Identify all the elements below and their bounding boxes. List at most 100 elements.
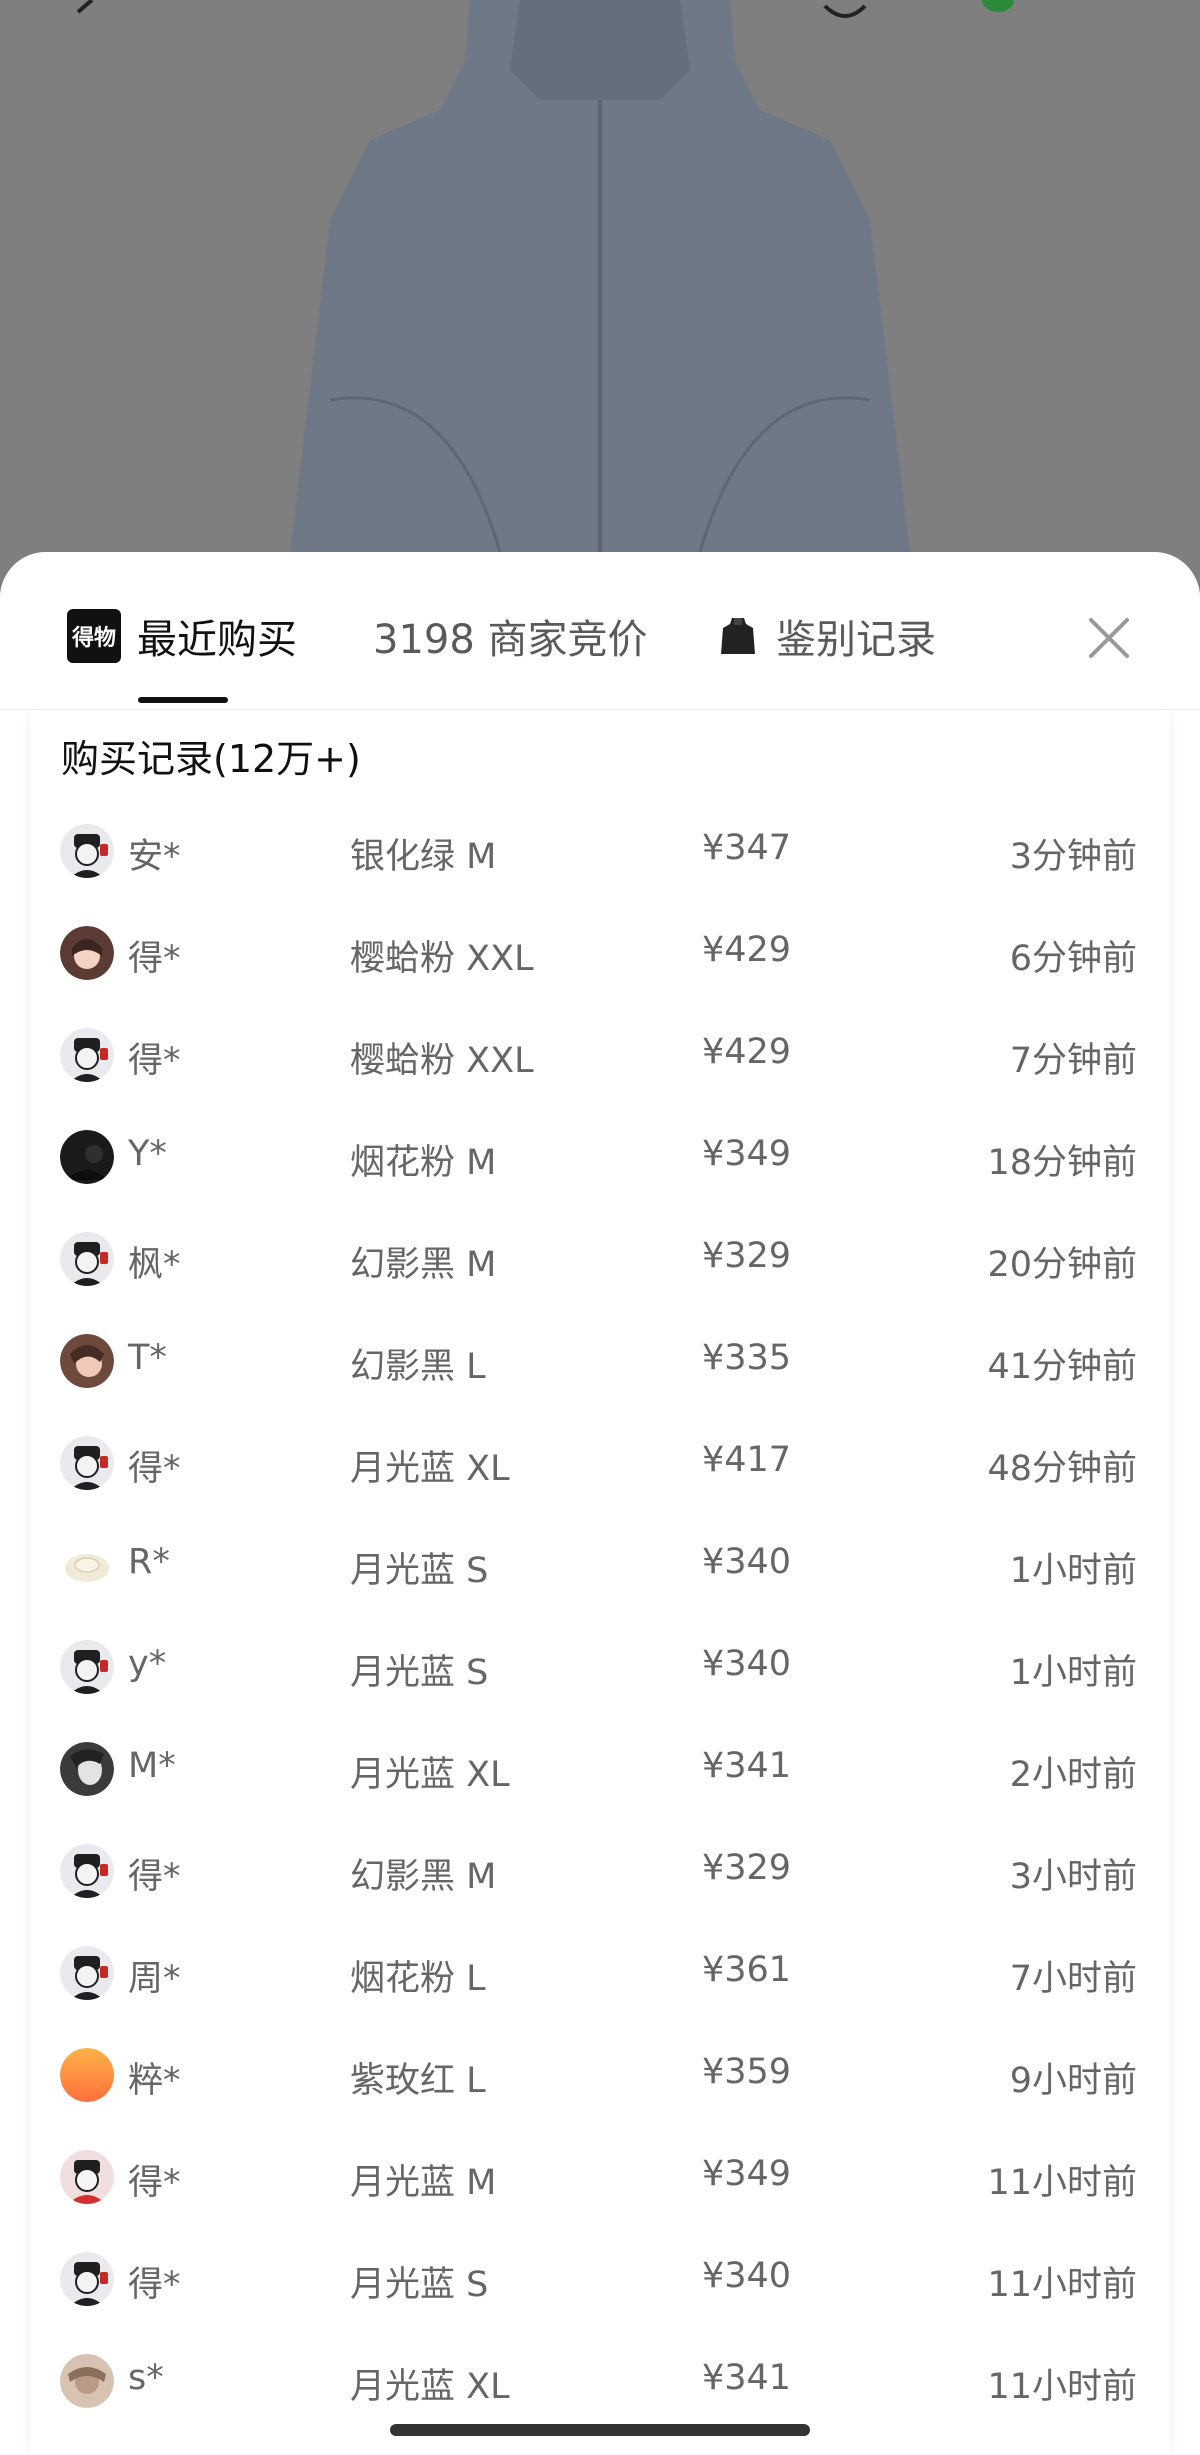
purchase-time: 18分钟前 [987, 1143, 1137, 1183]
dewu-logo-icon: 得物 [67, 609, 121, 663]
record-row: 得* 月光蓝 M ¥349 11小时前 [0, 2126, 1200, 2228]
purchase-time: 11小时前 [987, 2163, 1137, 2203]
tab-auth-label: 鉴别记录 [776, 617, 936, 663]
home-indicator[interactable] [390, 2424, 810, 2436]
purchase-price: ¥417 [702, 1440, 792, 1480]
sku-variant: 烟花粉 M [350, 1143, 497, 1183]
record-row: y* 月光蓝 S ¥340 1小时前 [0, 1616, 1200, 1718]
purchase-price: ¥340 [702, 1644, 792, 1684]
record-row: 枫* 幻影黑 M ¥329 20分钟前 [0, 1208, 1200, 1310]
record-row: M* 月光蓝 XL ¥341 2小时前 [0, 1718, 1200, 1820]
record-row: s* 月光蓝 XL ¥341 11小时前 [0, 2330, 1200, 2432]
tab-recent-purchases[interactable]: 得物 最近购买 [67, 609, 297, 663]
sku-variant: 月光蓝 S [350, 1551, 489, 1591]
avatar [60, 1844, 114, 1898]
record-row: T* 幻影黑 L ¥335 41分钟前 [0, 1310, 1200, 1412]
avatar [60, 1334, 114, 1388]
avatar [60, 2354, 114, 2408]
section-title: 购买记录(12万+) [61, 737, 361, 781]
record-row: Y* 烟花粉 M ¥349 18分钟前 [0, 1106, 1200, 1208]
purchase-time: 3分钟前 [1009, 837, 1137, 877]
purchase-price: ¥329 [702, 1848, 792, 1888]
avatar [60, 926, 114, 980]
purchase-price: ¥340 [702, 1542, 792, 1582]
record-row: 得* 幻影黑 M ¥329 3小时前 [0, 1820, 1200, 1922]
tab-bids-label: 3198 商家竞价 [373, 617, 648, 663]
avatar [60, 1232, 114, 1286]
close-icon[interactable] [1085, 614, 1133, 662]
purchase-time: 48分钟前 [987, 1449, 1137, 1489]
sku-variant: 樱蛤粉 XXL [350, 1041, 534, 1081]
sku-variant: 幻影黑 M [350, 1245, 497, 1285]
purchase-price: ¥349 [702, 1134, 792, 1174]
purchase-time: 6分钟前 [1009, 939, 1137, 979]
avatar [60, 1028, 114, 1082]
purchase-time: 20分钟前 [987, 1245, 1137, 1285]
sku-variant: 月光蓝 S [350, 2265, 489, 2305]
buyer-name: 得* [128, 1857, 181, 1897]
avatar [60, 2150, 114, 2204]
sku-variant: 月光蓝 XL [350, 2367, 510, 2407]
buyer-name: Y* [128, 1134, 167, 1174]
tab-merchant-bids[interactable]: 3198 商家竞价 [373, 610, 648, 663]
avatar [60, 824, 114, 878]
purchase-price: ¥341 [702, 1746, 792, 1786]
buyer-name: 得* [128, 2163, 181, 2203]
purchase-time: 2小时前 [1009, 1755, 1137, 1795]
tab-authentication-records[interactable]: 鉴别记录 [720, 610, 936, 663]
sku-variant: 烟花粉 L [350, 1959, 486, 1999]
purchase-price: ¥329 [702, 1236, 792, 1276]
buyer-name: 得* [128, 2265, 181, 2305]
buyer-name: 周* [128, 1959, 181, 1999]
purchase-time: 41分钟前 [987, 1347, 1137, 1387]
avatar [60, 1742, 114, 1796]
purchase-price: ¥335 [702, 1338, 792, 1378]
purchase-time: 1小时前 [1009, 1653, 1137, 1693]
sku-variant: 月光蓝 S [350, 1653, 489, 1693]
purchase-price: ¥340 [702, 2256, 792, 2296]
active-tab-indicator [138, 697, 228, 703]
sku-variant: 月光蓝 XL [350, 1755, 510, 1795]
avatar [60, 1538, 114, 1592]
buyer-name: T* [128, 1338, 167, 1378]
record-row: 粹* 紫玫红 L ¥359 9小时前 [0, 2024, 1200, 2126]
avatar [60, 1436, 114, 1490]
record-row: 得* 月光蓝 XL ¥417 48分钟前 [0, 1412, 1200, 1514]
sku-variant: 月光蓝 XL [350, 1449, 510, 1489]
buyer-name: y* [128, 1644, 167, 1684]
jacket-icon [720, 616, 756, 656]
purchase-price: ¥361 [702, 1950, 792, 1990]
buyer-name: 得* [128, 939, 181, 979]
purchase-price: ¥347 [702, 828, 792, 868]
sku-variant: 幻影黑 L [350, 1347, 486, 1387]
avatar [60, 1130, 114, 1184]
buyer-name: 枫* [128, 1245, 181, 1285]
avatar [60, 2252, 114, 2306]
avatar [60, 2048, 114, 2102]
record-row: 得* 樱蛤粉 XXL ¥429 7分钟前 [0, 1004, 1200, 1106]
sku-variant: 银化绿 M [350, 837, 497, 877]
purchase-time: 11小时前 [987, 2367, 1137, 2407]
buyer-name: R* [128, 1542, 170, 1582]
purchase-price: ¥341 [702, 2358, 792, 2398]
product-image-overlay [0, 0, 1200, 600]
purchase-price: ¥359 [702, 2052, 792, 2092]
buyer-name: s* [128, 2358, 164, 2398]
purchase-time: 1小时前 [1009, 1551, 1137, 1591]
record-row: 得* 月光蓝 S ¥340 11小时前 [0, 2228, 1200, 2330]
buyer-name: 粹* [128, 2061, 181, 2101]
buyer-name: 得* [128, 1449, 181, 1489]
purchase-price: ¥349 [702, 2154, 792, 2194]
buyer-name: 得* [128, 1041, 181, 1081]
tab-bar: 得物 最近购买 3198 商家竞价 鉴别记录 [0, 552, 1200, 710]
buyer-name: 安* [128, 837, 181, 877]
purchase-price: ¥429 [702, 1032, 792, 1072]
record-row: 得* 樱蛤粉 XXL ¥429 6分钟前 [0, 902, 1200, 1004]
buyer-name: M* [128, 1746, 176, 1786]
record-row: 周* 烟花粉 L ¥361 7小时前 [0, 1922, 1200, 2024]
purchase-time: 11小时前 [987, 2265, 1137, 2305]
avatar [60, 1946, 114, 2000]
purchase-time: 3小时前 [1009, 1857, 1137, 1897]
record-row: R* 月光蓝 S ¥340 1小时前 [0, 1514, 1200, 1616]
purchase-time: 7分钟前 [1009, 1041, 1137, 1081]
